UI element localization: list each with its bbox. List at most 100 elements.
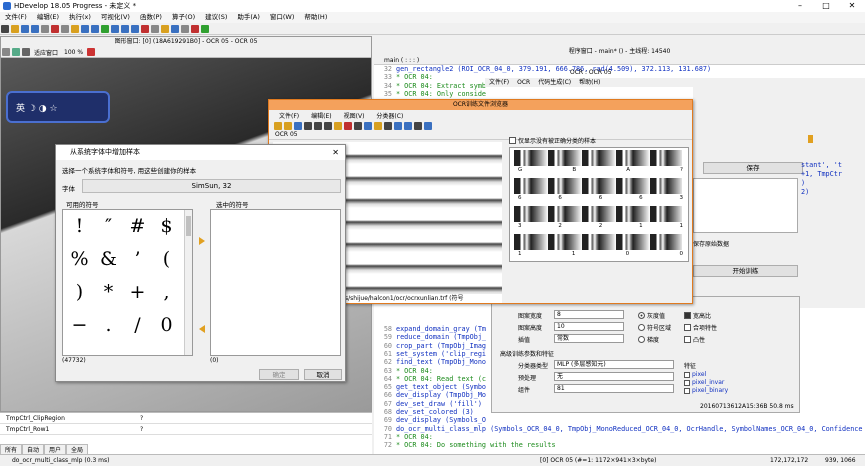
zoom-icon[interactable] bbox=[2, 48, 10, 56]
toolbar-icon[interactable] bbox=[61, 24, 69, 33]
menu-item[interactable]: 执行(x) bbox=[64, 12, 96, 23]
save-button[interactable]: 保存 bbox=[703, 162, 803, 174]
code-line[interactable]: 34 * OCR 04: Extract symb bbox=[374, 82, 486, 90]
ocr-toolbar-icon[interactable] bbox=[344, 121, 352, 130]
ocr-toolbar-icon[interactable] bbox=[314, 121, 322, 130]
advanced-value[interactable]: 无 bbox=[554, 372, 674, 381]
symbol-cell[interactable]: / bbox=[123, 309, 152, 342]
symbol-cell[interactable]: % bbox=[65, 243, 94, 276]
symbol-cell[interactable]: 0 bbox=[152, 309, 181, 342]
ocr-toolbar-icon[interactable] bbox=[384, 121, 392, 130]
toolbar-icon[interactable] bbox=[191, 24, 199, 33]
toolbar-icon[interactable] bbox=[101, 24, 109, 33]
toolbar-icon[interactable] bbox=[71, 24, 79, 33]
zoom-in-icon[interactable] bbox=[22, 48, 30, 56]
zoom-select[interactable]: 适应窗口 bbox=[34, 48, 58, 57]
code-line[interactable]: 59 reduce_domain (TmpObj_ bbox=[374, 333, 486, 341]
code-line[interactable]: 61 set_system ('clip_regi bbox=[374, 350, 486, 358]
move-icon[interactable] bbox=[12, 48, 20, 56]
feature-checkbox[interactable] bbox=[684, 371, 690, 378]
assistant-menu-item[interactable]: 文件(F) bbox=[485, 79, 513, 86]
ok-button[interactable]: 确定 bbox=[259, 369, 299, 380]
param-checkbox[interactable]: 凸性 bbox=[684, 335, 705, 344]
toolbar-icon[interactable] bbox=[111, 24, 119, 33]
ocr-menu-item[interactable]: 编辑(E) bbox=[305, 111, 337, 120]
ocr-menu-item[interactable]: 文件(F) bbox=[273, 111, 305, 120]
code-line[interactable]: 65 get_text_object (Symbo bbox=[374, 383, 486, 391]
symbol-cell[interactable]: . bbox=[94, 309, 123, 342]
sample-glyph-strip[interactable] bbox=[514, 150, 682, 166]
symbol-cell[interactable]: * bbox=[94, 276, 123, 309]
menu-item[interactable]: 助手(A) bbox=[232, 12, 265, 23]
menu-item[interactable]: 可视化(V) bbox=[96, 12, 135, 23]
code-line[interactable]: 58 expand_domain_gray (Tm bbox=[374, 325, 486, 333]
radio-button[interactable] bbox=[638, 312, 645, 319]
code-line[interactable]: 62 find_text (TmpObj_Mono bbox=[374, 358, 486, 366]
param-checkbox[interactable]: 宽高比 bbox=[684, 311, 711, 320]
menu-item[interactable]: 建议(S) bbox=[200, 12, 232, 23]
code-line[interactable]: 71 * OCR 04: bbox=[374, 433, 433, 441]
available-symbols-list[interactable]: ! ″ # $% &’() * +, −./0 bbox=[62, 209, 193, 356]
code-line[interactable]: 69 dev_display (Symbols_O bbox=[374, 416, 486, 424]
param-radio[interactable]: 符号区域 bbox=[638, 323, 671, 332]
param-value[interactable]: 10 bbox=[554, 322, 624, 331]
radio-button[interactable] bbox=[638, 336, 645, 343]
menu-item[interactable]: 文件(F) bbox=[0, 12, 32, 23]
variable-row[interactable]: TmpCtrl_Row1? bbox=[0, 424, 372, 435]
ocr-toolbar-icon[interactable] bbox=[274, 121, 282, 130]
menu-item[interactable]: 编辑(E) bbox=[32, 12, 64, 23]
minimize-button[interactable]: – bbox=[787, 0, 813, 12]
sample-glyph-strip[interactable] bbox=[514, 178, 682, 194]
toolbar-icon[interactable] bbox=[131, 24, 139, 33]
code-line[interactable]: 32 gen_rectangle2 (ROI_OCR_04_0, 379.191,… bbox=[374, 65, 711, 73]
toolbar-icon[interactable] bbox=[41, 24, 49, 33]
symbols-scrollbar[interactable] bbox=[184, 210, 192, 355]
assistant-menu-item[interactable]: 帮助(H) bbox=[575, 79, 604, 86]
ocr-toolbar-icon[interactable] bbox=[364, 121, 372, 130]
param-checkbox[interactable]: 合项特性 bbox=[684, 323, 717, 332]
ocr-toolbar-icon[interactable] bbox=[404, 121, 412, 130]
toolbar-icon[interactable] bbox=[21, 24, 29, 33]
toolbar-icon[interactable] bbox=[121, 24, 129, 33]
ocr-menu-item[interactable]: 分类器(C) bbox=[370, 111, 409, 120]
advanced-value[interactable]: MLP (多层感知元) bbox=[554, 360, 674, 369]
ocr-menu-item[interactable]: 视图(V) bbox=[338, 111, 371, 120]
feature-item[interactable]: pixel_binary bbox=[684, 387, 728, 394]
selected-symbols-list[interactable] bbox=[210, 209, 341, 356]
ocr-tab[interactable]: OCR 05 bbox=[269, 131, 692, 140]
ocr-toolbar-icon[interactable] bbox=[294, 121, 302, 130]
symbol-cell[interactable]: ) bbox=[65, 276, 94, 309]
param-radio[interactable]: 梯度 bbox=[638, 335, 659, 344]
add-arrow-icon[interactable] bbox=[199, 237, 205, 245]
ocr-toolbar-icon[interactable] bbox=[394, 121, 402, 130]
toolbar-icon[interactable] bbox=[141, 24, 149, 33]
variable-row[interactable]: TmpCtrl_ClipRegion? bbox=[0, 413, 372, 424]
ocr-toolbar-icon[interactable] bbox=[424, 121, 432, 130]
toolbar-icon[interactable] bbox=[181, 24, 189, 33]
toolbar-icon[interactable] bbox=[1, 24, 9, 33]
toolbar-icon[interactable] bbox=[31, 24, 39, 33]
code-line[interactable]: 63 * OCR 04: bbox=[374, 367, 433, 375]
code-line[interactable]: 60 crop_part (TmpObj_Imag bbox=[374, 342, 486, 350]
menu-item[interactable]: 函数(P) bbox=[135, 12, 167, 23]
symbol-cell[interactable]: ″ bbox=[94, 210, 123, 243]
param-radio[interactable]: 灰度值 bbox=[638, 311, 665, 320]
symbol-cell[interactable]: ’ bbox=[123, 243, 152, 276]
toolbar-icon[interactable] bbox=[171, 24, 179, 33]
symbol-cell[interactable]: ! bbox=[65, 210, 94, 243]
remove-arrow-icon[interactable] bbox=[199, 325, 205, 333]
symbol-cell[interactable]: − bbox=[65, 309, 94, 342]
menu-item[interactable]: 帮助(H) bbox=[299, 12, 332, 23]
close-button[interactable]: ✕ bbox=[839, 0, 865, 12]
toolbar-icon[interactable] bbox=[161, 24, 169, 33]
font-field[interactable]: SimSun, 32 bbox=[82, 179, 341, 193]
symbol-cell[interactable]: # bbox=[123, 210, 152, 243]
feature-checkbox[interactable] bbox=[684, 387, 690, 394]
assistant-menu-item[interactable]: 代码生成(C) bbox=[534, 79, 575, 86]
assistant-menu-item[interactable]: OCR bbox=[513, 79, 534, 86]
ocr-toolbar-icon[interactable] bbox=[304, 121, 312, 130]
maximize-button[interactable]: □ bbox=[813, 0, 839, 12]
code-line[interactable]: 68 dev_set_colored (3) bbox=[374, 408, 474, 416]
toolbar-icon[interactable] bbox=[51, 24, 59, 33]
feature-checkbox[interactable] bbox=[684, 379, 690, 386]
